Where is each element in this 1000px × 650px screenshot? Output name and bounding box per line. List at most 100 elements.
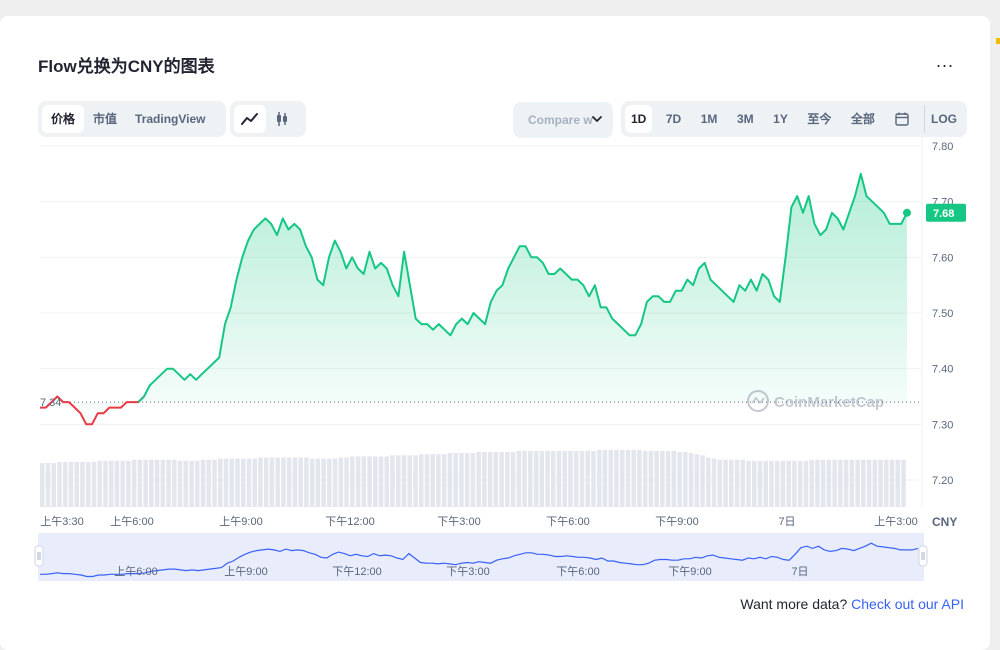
volume-bar — [85, 461, 91, 507]
volume-bar — [206, 459, 212, 507]
volume-bar — [309, 458, 315, 507]
y-tick-label: 7.20 — [932, 475, 953, 487]
navigator-tick-label: 下午12:00 — [332, 565, 382, 578]
volume-bar — [97, 460, 102, 507]
volume-bar — [591, 450, 596, 507]
volume-bar — [407, 455, 413, 507]
volume-bar — [137, 459, 143, 507]
navigator-left-handle[interactable] — [34, 545, 44, 567]
volume-bar — [797, 460, 803, 507]
volume-bar — [642, 450, 648, 507]
volume-bar — [820, 459, 826, 507]
navigator-right-handle[interactable] — [918, 545, 928, 567]
volume-bar — [57, 461, 62, 507]
volume-bar — [849, 459, 855, 507]
volume-bar — [126, 460, 131, 507]
current-price-label: 7.68 — [933, 208, 954, 220]
volume-bar — [74, 461, 79, 507]
x-tick-label: 下午3:00 — [437, 515, 480, 528]
volume-bar — [780, 460, 786, 507]
volume-bar — [327, 458, 332, 507]
currency-label: CNY — [932, 515, 957, 529]
volume-bar — [62, 461, 68, 507]
volume-bar — [866, 459, 872, 507]
volume-bar — [855, 459, 860, 507]
volume-bar — [901, 459, 906, 507]
volume-bar — [286, 457, 292, 507]
volume-bar — [229, 458, 235, 507]
volume-bar — [459, 453, 464, 507]
volume-bar — [815, 459, 820, 507]
volume-bar — [235, 458, 240, 507]
y-tick-label: 7.40 — [932, 364, 953, 376]
navigator-tick-label: 下午6:00 — [556, 565, 599, 578]
range-navigator[interactable]: 上午6:00 上午9:00 下午12:00 下午3:00 下午6:00 下午9:00 7日 — [34, 533, 928, 581]
api-promo-text: Want more data? — [740, 596, 848, 612]
volume-bar — [68, 461, 74, 507]
volume-bar — [660, 450, 665, 507]
volume-bar — [189, 460, 194, 507]
volume-bar — [637, 449, 642, 507]
volume-bar — [453, 453, 458, 507]
volume-bar — [252, 458, 257, 507]
volume-bar — [200, 459, 206, 507]
volume-bar — [654, 450, 659, 507]
volume-bar — [746, 460, 751, 507]
volume-bar — [195, 460, 200, 507]
edge-accent — [996, 38, 1000, 44]
volume-bar — [700, 455, 705, 507]
volume-bar — [843, 459, 849, 507]
volume-bar — [792, 460, 797, 507]
volume-bar — [217, 458, 223, 507]
volume-bar — [441, 454, 447, 507]
volume-bar — [723, 459, 728, 507]
volume-bar — [476, 452, 481, 507]
volume-bar — [281, 457, 286, 507]
volume-bar — [774, 460, 780, 507]
volume-bar — [355, 456, 361, 507]
navigator-tick-label: 下午3:00 — [446, 565, 489, 578]
volume-bar — [539, 450, 545, 507]
current-price-dot — [903, 208, 911, 217]
volume-bar — [401, 455, 407, 507]
volume-bar — [505, 452, 510, 507]
y-axis: 7.807.707.607.507.407.307.20 — [932, 141, 953, 487]
volume-bar — [482, 452, 487, 507]
volume-bar — [367, 456, 372, 507]
volume-bar — [45, 463, 51, 507]
api-link[interactable]: Check out our API — [851, 596, 964, 612]
volume-bar — [103, 460, 108, 507]
volume-bar — [729, 459, 734, 507]
volume-bar — [757, 460, 763, 507]
volume-bar — [826, 459, 832, 507]
volume-bar — [436, 454, 441, 507]
volume-bar — [694, 454, 700, 507]
volume-bar — [832, 459, 837, 507]
x-tick-label: 上午3:30 — [40, 515, 83, 528]
volume-bar — [803, 460, 809, 507]
volume-bar — [625, 449, 631, 507]
volume-bar — [430, 454, 435, 507]
volume-bar — [212, 459, 217, 507]
volume-bar — [809, 459, 814, 507]
volume-bar — [585, 450, 591, 507]
volume-bar — [223, 458, 229, 507]
navigator-tick-label: 上午9:00 — [224, 565, 267, 578]
x-tick-label: 上午6:00 — [110, 515, 153, 528]
volume-bar — [551, 450, 556, 507]
volume-bar — [671, 450, 677, 507]
volume-bar — [562, 450, 568, 507]
x-tick-label: 7日 — [778, 516, 795, 528]
api-promo: Want more data? Check out our API — [740, 596, 964, 612]
volume-bar — [510, 452, 516, 507]
y-tick-label: 7.50 — [932, 308, 953, 320]
volume-bar — [602, 449, 608, 507]
volume-bar — [499, 452, 504, 507]
volume-bar — [361, 456, 367, 507]
volume-bar — [608, 449, 613, 507]
volume-bar — [373, 456, 378, 507]
navigator-tick-label: 上午6:00 — [114, 565, 157, 578]
volume-bar — [80, 461, 85, 507]
x-tick-label: 上午9:00 — [219, 515, 262, 528]
volume-bar — [522, 450, 527, 507]
